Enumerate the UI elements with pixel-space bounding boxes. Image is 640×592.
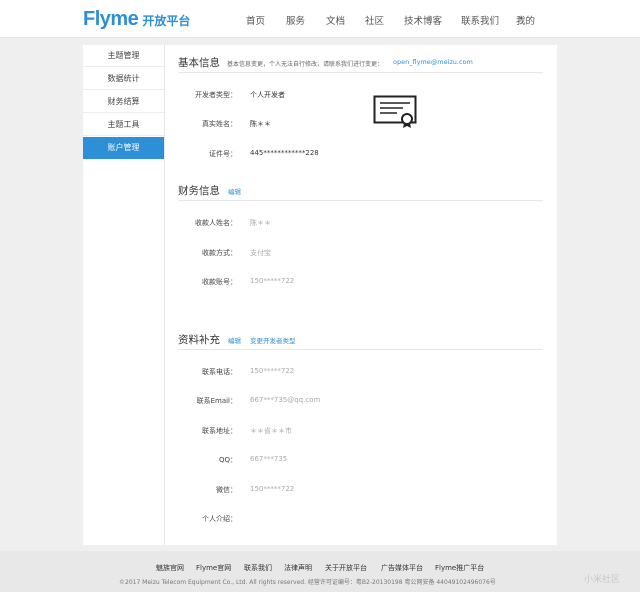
footer: 魅族官网 Flyme官网 联系我们 法律声明 关于开放平台 广告媒体平台 Fly… <box>0 551 640 592</box>
qq-label: QQ： <box>218 456 237 464</box>
nav-docs[interactable]: 文档 <box>326 13 345 27</box>
certificate-icon <box>373 95 417 128</box>
section-divider <box>178 72 543 73</box>
footer-link-flyme[interactable]: Flyme官网 <box>196 563 231 573</box>
main-nav: 首页 服务 文档 社区 技术博客 联系我们 我的 <box>0 13 640 27</box>
payment-method-value: 支付宝 <box>250 249 271 257</box>
sidebar: 主题管理 数据统计 财务结算 主题工具 账户管理 <box>83 45 165 545</box>
contact-phone-label: 联系电话： <box>202 368 237 376</box>
qq-value: 667***735 <box>250 455 288 463</box>
top-navigation-bar: Flyme 开放平台 首页 服务 文档 社区 技术博客 联系我们 我的 <box>0 0 640 38</box>
nav-tech-blog[interactable]: 技术博客 <box>404 13 442 27</box>
contact-address-value: ＊＊省＊＊市 <box>250 427 292 435</box>
contact-email-value: 667***735@qq.com <box>250 396 321 404</box>
developer-type-value: 个人开发者 <box>250 91 285 99</box>
nav-contact-us[interactable]: 联系我们 <box>461 13 499 27</box>
footer-link-contact[interactable]: 联系我们 <box>244 563 272 573</box>
section-divider <box>178 200 543 201</box>
nav-my-account[interactable]: 我的 <box>516 13 535 27</box>
nav-my-account-label: 我的 <box>516 16 536 27</box>
supplement-edit-link[interactable]: 编辑 <box>228 335 241 345</box>
wechat-value: 150*****722 <box>250 485 295 493</box>
footer-link-meizu[interactable]: 魅族官网 <box>156 563 184 573</box>
account-panel: 主题管理 数据统计 财务结算 主题工具 账户管理 基本信息 基本信息变更，个人无… <box>83 45 557 545</box>
payment-account-value: 150*****722 <box>250 277 295 285</box>
sidebar-item-theme-tools[interactable]: 主题工具 <box>83 114 164 136</box>
wechat-label: 微信： <box>216 486 237 494</box>
change-developer-type-link[interactable]: 变更开发者类型 <box>250 335 296 345</box>
sidebar-item-theme-management[interactable]: 主题管理 <box>83 45 164 67</box>
finance-edit-link[interactable]: 编辑 <box>228 186 241 196</box>
sidebar-item-statistics[interactable]: 数据统计 <box>83 68 164 90</box>
payee-name-label: 收款人姓名： <box>195 219 237 227</box>
sidebar-item-finance[interactable]: 财务结算 <box>83 91 164 113</box>
copyright-text: ©2017 Meizu Telecom Equipment Co., Ltd. … <box>119 579 496 586</box>
watermark: 小米社区 <box>584 575 621 585</box>
nav-home[interactable]: 首页 <box>246 13 265 27</box>
id-number-value: 445************228 <box>250 149 319 157</box>
contact-phone-value: 150*****722 <box>250 367 295 375</box>
footer-link-promotion[interactable]: Flyme推广平台 <box>435 563 484 573</box>
sidebar-item-account-management[interactable]: 账户管理 <box>83 137 164 159</box>
section-divider <box>178 349 543 350</box>
self-introduction-label: 个人介绍： <box>202 515 237 523</box>
developer-type-label: 开发者类型： <box>195 91 237 99</box>
real-name-label: 真实姓名： <box>202 120 237 128</box>
footer-link-legal[interactable]: 法律声明 <box>284 563 312 573</box>
supplement-info-title: 资料补充 <box>178 334 220 346</box>
nav-services[interactable]: 服务 <box>286 13 305 27</box>
real-name-value: 陈＊＊ <box>250 120 271 128</box>
contact-address-label: 联系地址： <box>202 427 237 435</box>
footer-links: 魅族官网 Flyme官网 联系我们 法律声明 关于开放平台 广告媒体平台 Fly… <box>0 563 640 575</box>
basic-info-title: 基本信息 <box>178 57 220 69</box>
basic-info-note: 基本信息变更，个人无法自行修改，请联系我们进行变更： <box>227 61 384 68</box>
payment-method-label: 收款方式： <box>202 249 237 257</box>
footer-link-about[interactable]: 关于开放平台 <box>325 563 367 573</box>
id-number-label: 证件号： <box>209 150 237 158</box>
support-email-link[interactable]: open_flyme@meizu.com <box>393 58 473 66</box>
payee-name-value: 陈＊＊ <box>250 219 271 227</box>
footer-link-ad-platform[interactable]: 广告媒体平台 <box>381 563 423 573</box>
contact-email-label: 联系Email： <box>196 397 237 405</box>
finance-info-title: 财务信息 <box>178 185 220 197</box>
nav-community[interactable]: 社区 <box>365 13 384 27</box>
payment-account-label: 收款账号： <box>202 278 237 286</box>
